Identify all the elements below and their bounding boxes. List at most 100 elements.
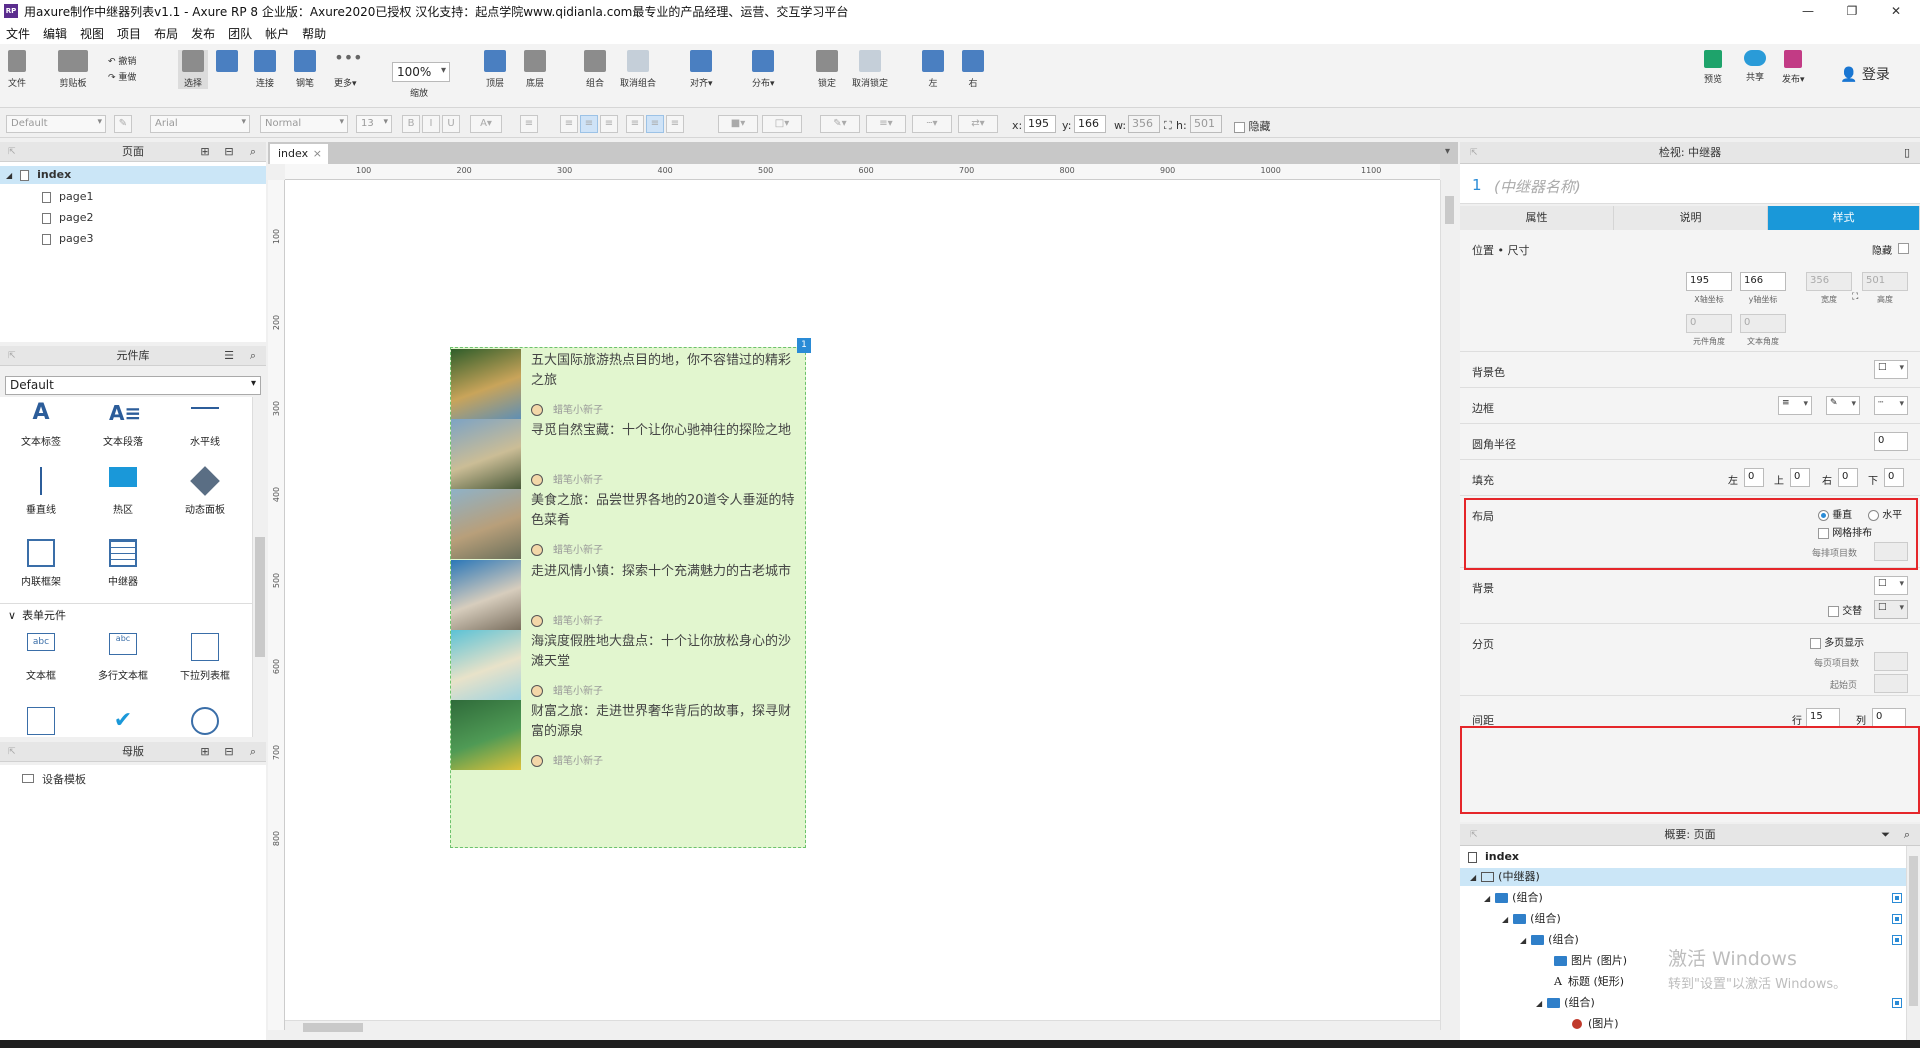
preview-button[interactable]: 预览 — [1704, 50, 1722, 85]
bg-color-picker[interactable]: □ — [1874, 360, 1908, 379]
visibility-toggle[interactable] — [1892, 998, 1904, 1010]
redo-button[interactable]: ↷ 重做 — [108, 70, 136, 83]
widget-inline-frame[interactable]: 内联框架 — [6, 539, 76, 588]
visibility-toggle[interactable] — [1892, 893, 1904, 905]
pin-icon[interactable]: ⇱ — [8, 742, 16, 762]
search-icon[interactable]: ⌕ — [246, 349, 260, 363]
widget-dropdown[interactable]: 下拉列表框 — [170, 633, 240, 682]
line-style-button[interactable]: ┄▾ — [912, 115, 952, 133]
background-color-picker[interactable]: □ — [1874, 576, 1908, 595]
row-spacing-input[interactable]: 15 — [1806, 708, 1840, 727]
widget-list-box[interactable] — [6, 707, 76, 737]
page-item-page2[interactable]: page2 — [42, 211, 93, 224]
add-page-icon[interactable]: ⊞ — [198, 145, 212, 159]
form-section-header[interactable]: ∨ 表单元件 — [8, 607, 66, 623]
padding-right-input[interactable]: 0 — [1838, 468, 1858, 487]
valign-top-button[interactable]: ≡ — [626, 115, 644, 133]
menu-team[interactable]: 团队 — [228, 25, 252, 42]
filter-icon[interactable]: ⏷ — [1881, 824, 1890, 846]
outline-row-group[interactable]: ◢ (组合) — [1484, 889, 1543, 905]
clipboard-button[interactable]: 剪贴板 — [58, 50, 88, 89]
add-folder-icon[interactable]: ⊟ — [222, 745, 236, 759]
outline-row-title[interactable]: A 标题 (矩形) — [1554, 973, 1624, 989]
items-per-page-input[interactable] — [1874, 652, 1908, 671]
widget-checkbox[interactable]: ✔ — [88, 707, 158, 737]
text-rotation-input[interactable]: 0 — [1740, 314, 1786, 333]
bullet-list-button[interactable]: ≡ — [520, 115, 538, 133]
widget-vertical-line[interactable]: 垂直线 — [6, 467, 76, 516]
font-size-select[interactable]: 13 — [356, 115, 392, 133]
tab-dropdown-icon[interactable]: ▾ — [1445, 146, 1450, 157]
widget-dynamic-panel[interactable]: 动态面板 — [170, 466, 240, 516]
widget-repeater[interactable]: 中继器 — [88, 539, 158, 588]
menu-account[interactable]: 帐户 — [265, 25, 289, 42]
padding-bottom-input[interactable]: 0 — [1884, 468, 1904, 487]
close-button[interactable]: ✕ — [1874, 0, 1918, 22]
widget-hotspot[interactable]: 热区 — [88, 467, 158, 516]
unlock-button[interactable]: 取消锁定 — [852, 50, 888, 89]
pin-icon[interactable]: ⇱ — [1470, 142, 1478, 164]
publish-button[interactable]: 发布▾ — [1782, 50, 1805, 85]
width-input[interactable]: 356 — [1806, 272, 1852, 291]
outline-row-page[interactable]: index — [1468, 850, 1519, 863]
valign-bottom-button[interactable]: ≡ — [666, 115, 684, 133]
lock-button[interactable]: 锁定 — [816, 50, 838, 89]
notes-icon[interactable]: ▯ — [1904, 142, 1910, 164]
y-input[interactable]: 166 — [1074, 115, 1106, 133]
pin-icon[interactable]: ⇱ — [8, 346, 16, 366]
x-input[interactable]: 195 — [1024, 115, 1056, 133]
h-input[interactable]: 501 — [1190, 115, 1222, 133]
corner-radius-input[interactable]: 0 — [1874, 432, 1908, 451]
bring-to-top-button[interactable]: 顶层 — [484, 50, 506, 89]
align-center-button[interactable]: ≡ — [580, 115, 598, 133]
font-select[interactable]: Arial — [150, 115, 250, 133]
widget-name-input[interactable]: (中继器名称) — [1494, 176, 1894, 197]
alternate-color-picker[interactable]: □ — [1874, 600, 1908, 619]
zoom-select[interactable]: 100% — [392, 62, 450, 82]
padding-left-input[interactable]: 0 — [1744, 468, 1764, 487]
widget-text-area[interactable]: abc 多行文本框 — [88, 633, 158, 682]
canvas-horizontal-scrollbar[interactable] — [285, 1020, 1440, 1034]
aspect-lock-icon[interactable]: ⛶ — [1164, 119, 1172, 133]
maximize-button[interactable]: ❐ — [1830, 0, 1874, 22]
list-item[interactable]: 海滨度假胜地大盘点：十个让你放松身心的沙滩天堂 蜡笔小新子 — [451, 629, 807, 700]
menu-help[interactable]: 帮助 — [302, 25, 326, 42]
font-color-button[interactable]: A▾ — [470, 115, 502, 133]
widget-text-field[interactable]: abc 文本框 — [6, 633, 76, 682]
tab-style[interactable]: 样式 — [1768, 206, 1920, 230]
border-color-select[interactable]: ✎ — [1826, 396, 1860, 415]
send-to-bottom-button[interactable]: 底层 — [524, 50, 546, 89]
tab-properties[interactable]: 属性 — [1460, 206, 1614, 230]
list-item[interactable]: 美食之旅：品尝世界各地的20道令人垂涎的特色菜肴 蜡笔小新子 — [451, 489, 807, 560]
bold-button[interactable]: B — [402, 115, 420, 133]
outline-scrollbar[interactable] — [1906, 846, 1920, 1040]
search-icon[interactable]: ⌕ — [246, 145, 260, 159]
design-canvas[interactable]: 五大国际旅游热点目的地，你不容错过的精彩之旅 蜡笔小新子 寻觅自然宝藏：十个让你心驰… — [285, 180, 1440, 1020]
right-panel-toggle-button[interactable]: 右 — [962, 50, 984, 89]
tab-index[interactable]: index × — [270, 144, 328, 164]
menu-view[interactable]: 视图 — [80, 25, 104, 42]
widget-horizontal-line[interactable]: 水平线 — [170, 399, 240, 448]
file-button[interactable]: 文件 — [8, 50, 26, 89]
menu-publish[interactable]: 发布 — [191, 25, 215, 42]
multipage-checkbox[interactable]: 多页显示 — [1810, 634, 1864, 649]
hide-checkbox[interactable]: 隐藏 — [1234, 118, 1271, 134]
list-item[interactable]: 寻觅自然宝藏：十个让你心驰神往的探险之地 蜡笔小新子 — [451, 419, 807, 490]
page-item-page3[interactable]: page3 — [42, 232, 93, 245]
font-weight-select[interactable]: Normal — [260, 115, 348, 133]
line-color-button[interactable]: ✎▾ — [820, 115, 860, 133]
border-style-select[interactable]: ┄ — [1874, 396, 1908, 415]
left-panel-toggle-button[interactable]: 左 — [922, 50, 944, 89]
arrow-style-button[interactable]: ⇄▾ — [958, 115, 998, 133]
outline-row-group[interactable]: ◢ (组合) — [1502, 910, 1561, 926]
widget-radio[interactable] — [170, 707, 240, 737]
style-select[interactable]: Default — [6, 115, 106, 133]
ungroup-button[interactable]: 取消组合 — [620, 50, 656, 89]
list-item[interactable]: 走进风情小镇：探索十个充满魅力的古老城市 蜡笔小新子 — [451, 559, 807, 630]
page-item-page1[interactable]: page1 — [42, 190, 93, 203]
menu-project[interactable]: 项目 — [117, 25, 141, 42]
search-icon[interactable]: ⌕ — [246, 745, 260, 759]
border-width-select[interactable]: ≡ — [1778, 396, 1812, 415]
select-mode-button[interactable] — [216, 50, 238, 86]
fill-color-button[interactable]: ■▾ — [718, 115, 758, 133]
